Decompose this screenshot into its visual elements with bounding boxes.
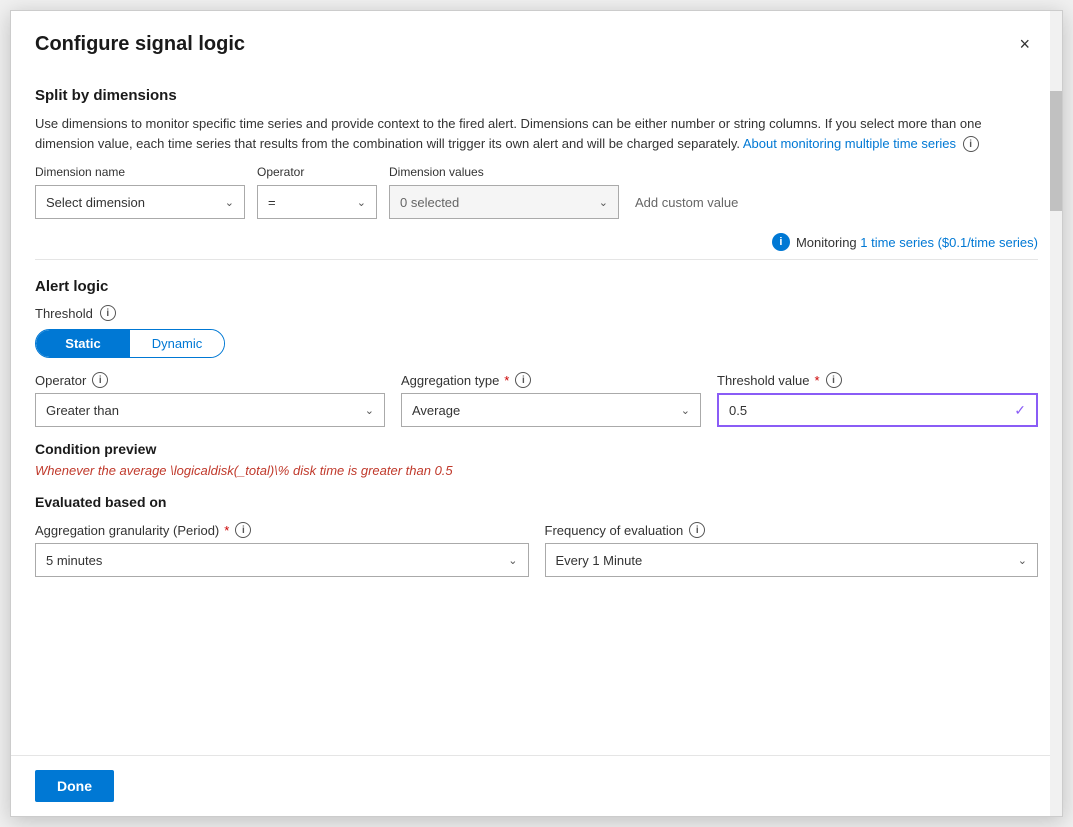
chevron-down-icon: ⌄ [1018,554,1027,567]
check-icon: ✓ [1014,402,1026,419]
operator-info-icon: i [92,372,108,388]
split-by-dimensions-section: Split by dimensions Use dimensions to mo… [35,87,1038,251]
evaluated-fields-row: Aggregation granularity (Period) * i 5 m… [35,522,1038,577]
select-dimension-dropdown[interactable]: Select dimension ⌄ [35,185,245,219]
threshold-value-label: Threshold value * i [717,372,1038,388]
split-by-dimensions-info: Use dimensions to monitor specific time … [35,114,1038,153]
dynamic-toggle-button[interactable]: Dynamic [130,330,224,357]
condition-preview-text: Whenever the average \logicaldisk(_total… [35,463,1038,478]
monitoring-info-row: i Monitoring 1 time series ($0.1/time se… [35,233,1038,251]
threshold-required-star: * [815,373,820,388]
agg-granularity-required-star: * [224,523,229,538]
threshold-value-input[interactable]: 0.5 ✓ [717,393,1038,427]
add-custom-value-button[interactable]: Add custom value [631,189,742,216]
agg-granularity-label: Aggregation granularity (Period) * i [35,522,529,538]
condition-preview-section: Condition preview Whenever the average \… [35,441,1038,478]
threshold-label-row: Threshold i [35,305,1038,321]
chevron-down-icon: ⌄ [508,554,517,567]
dialog-body: Split by dimensions Use dimensions to mo… [11,69,1062,755]
static-dynamic-toggle: Static Dynamic [35,329,225,358]
configure-signal-logic-dialog: Configure signal logic × Split by dimens… [10,10,1063,817]
about-monitoring-info-icon: i [963,136,979,152]
frequency-label: Frequency of evaluation i [545,522,1039,538]
split-by-dimensions-title: Split by dimensions [35,87,1038,104]
chevron-down-icon: ⌄ [357,196,366,209]
monitoring-link[interactable]: 1 time series ($0.1/time series) [860,235,1038,250]
alert-logic-fields: Operator i Greater than ⌄ Aggregation ty… [35,372,1038,427]
aggtype-field-group: Aggregation type * i Average ⌄ [401,372,701,427]
aggtype-field-label: Aggregation type * i [401,372,701,388]
evaluated-based-on-title: Evaluated based on [35,494,1038,510]
dimension-row: Select dimension ⌄ = ⌄ 0 selected ⌄ Add … [35,185,1038,219]
monitoring-info-icon: i [772,233,790,251]
dim-values-dropdown[interactable]: 0 selected ⌄ [389,185,619,219]
dim-name-header: Dimension name [35,165,245,179]
alert-logic-title: Alert logic [35,278,1038,295]
dim-values-header: Dimension values [389,165,619,179]
threshold-toggle-group: Static Dynamic [35,329,1038,358]
operator-dropdown[interactable]: = ⌄ [257,185,377,219]
chevron-down-icon: ⌄ [365,404,374,417]
close-button[interactable]: × [1011,31,1038,57]
chevron-down-icon: ⌄ [225,196,234,209]
operator-value-dropdown[interactable]: Greater than ⌄ [35,393,385,427]
agg-granularity-group: Aggregation granularity (Period) * i 5 m… [35,522,529,577]
threshold-value-field-group: Threshold value * i 0.5 ✓ [717,372,1038,427]
agg-granularity-dropdown[interactable]: 5 minutes ⌄ [35,543,529,577]
chevron-down-icon: ⌄ [599,196,608,209]
frequency-group: Frequency of evaluation i Every 1 Minute… [545,522,1039,577]
dialog-footer: Done [11,755,1062,816]
dimension-table-header: Dimension name Operator Dimension values [35,165,1038,179]
done-button[interactable]: Done [35,770,114,802]
scrollbar-track[interactable] [1050,11,1062,816]
monitoring-text: Monitoring 1 time series ($0.1/time seri… [796,235,1038,250]
dialog-title: Configure signal logic [35,33,245,56]
evaluated-based-on-section: Evaluated based on Aggregation granulari… [35,494,1038,577]
alert-logic-section: Alert logic Threshold i Static Dynamic O… [35,278,1038,577]
threshold-info-icon: i [100,305,116,321]
aggtype-dropdown[interactable]: Average ⌄ [401,393,701,427]
dialog-header: Configure signal logic × [11,11,1062,69]
agg-granularity-info-icon: i [235,522,251,538]
aggtype-info-icon: i [515,372,531,388]
condition-preview-title: Condition preview [35,441,1038,457]
scrollbar-thumb[interactable] [1050,91,1062,211]
threshold-value-info-icon: i [826,372,842,388]
static-toggle-button[interactable]: Static [36,330,130,357]
about-monitoring-link[interactable]: About monitoring multiple time series [743,136,956,151]
aggtype-required-star: * [504,373,509,388]
divider-1 [35,259,1038,260]
operator-field-group: Operator i Greater than ⌄ [35,372,385,427]
chevron-down-icon: ⌄ [681,404,690,417]
frequency-dropdown[interactable]: Every 1 Minute ⌄ [545,543,1039,577]
operator-field-label: Operator i [35,372,385,388]
frequency-info-icon: i [689,522,705,538]
operator-header: Operator [257,165,377,179]
